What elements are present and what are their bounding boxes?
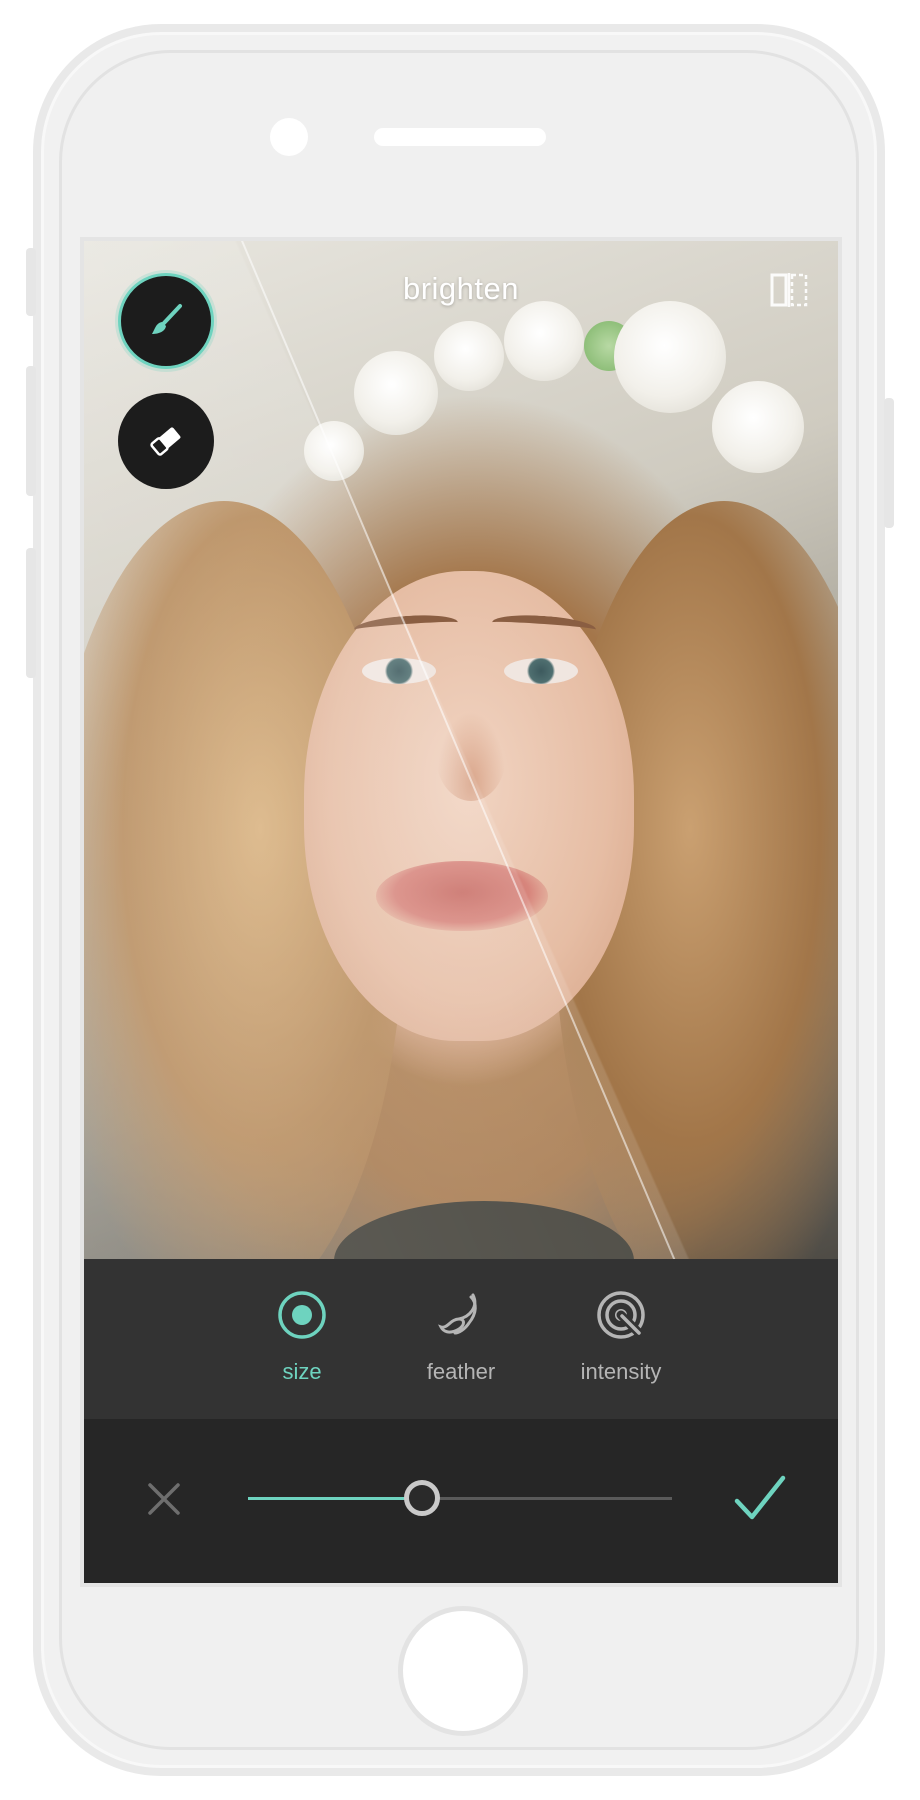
photo-canvas[interactable] <box>84 241 838 1259</box>
paintbrush-icon <box>152 304 182 334</box>
option-feather-label: feather <box>426 1359 496 1384</box>
app-screen: brighten size feather intensity <box>80 237 842 1587</box>
size-slider-thumb[interactable] <box>403 1480 440 1516</box>
volume-up-button <box>26 366 36 496</box>
eraser-icon <box>150 427 181 456</box>
option-size[interactable]: size <box>222 1289 382 1385</box>
eraser-tool-button[interactable] <box>118 393 214 489</box>
before-after-overlay <box>84 241 838 1259</box>
earpiece-speaker <box>374 128 546 146</box>
option-intensity[interactable]: intensity <box>541 1289 701 1385</box>
size-slider-fill <box>248 1497 422 1500</box>
option-size-label: size <box>282 1359 322 1384</box>
close-icon[interactable] <box>144 1479 184 1519</box>
intensity-icon <box>597 1291 646 1340</box>
option-feather[interactable]: feather <box>381 1289 541 1385</box>
home-button[interactable] <box>398 1606 528 1736</box>
checkmark-icon[interactable] <box>732 1473 788 1523</box>
stage: brighten size feather intensity <box>0 0 920 1800</box>
brush-options-bar: size feather intensity <box>84 1259 838 1419</box>
option-intensity-label: intensity <box>580 1359 662 1384</box>
volume-down-button <box>26 548 36 678</box>
brush-tool-button[interactable] <box>118 273 214 369</box>
compare-split-icon[interactable] <box>770 273 808 307</box>
feather-icon <box>438 1293 477 1335</box>
size-target-icon <box>278 1291 326 1339</box>
front-camera <box>270 118 308 156</box>
mute-switch <box>26 248 36 316</box>
slider-bar <box>84 1419 838 1583</box>
size-slider-track[interactable] <box>248 1480 672 1516</box>
power-button <box>884 398 894 528</box>
